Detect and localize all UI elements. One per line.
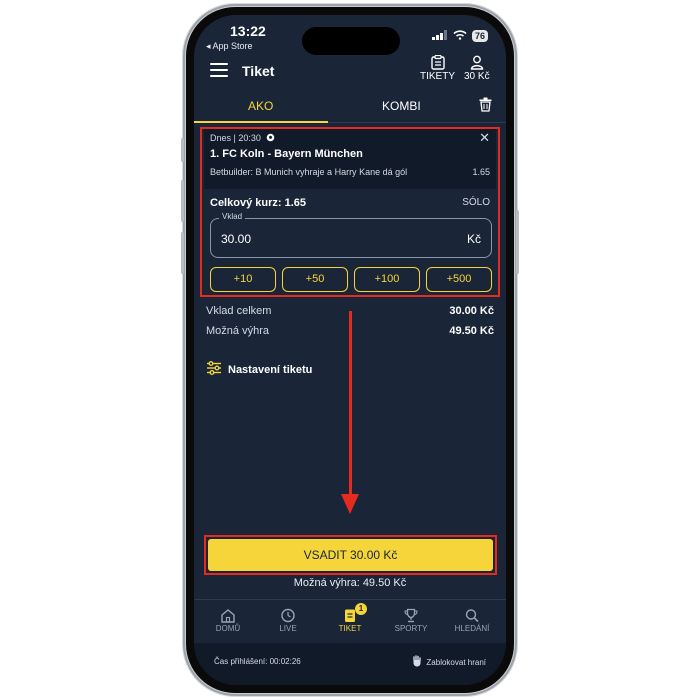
annotation-arrow (349, 311, 352, 496)
quick-stake-500-button[interactable]: +500 (426, 267, 492, 292)
trash-icon[interactable] (479, 97, 492, 117)
nav-search-label: HLEDÁNÍ (454, 624, 490, 633)
ticket-icon: 1 (322, 603, 378, 624)
nav-home-label: DOMŮ (215, 624, 241, 633)
nav-sports-label: SPORTY (394, 624, 428, 633)
stake-value[interactable]: 30.00 (221, 232, 251, 246)
hand-icon (412, 655, 422, 669)
stake-total-label: Vklad celkem (206, 305, 272, 317)
nav-ticket-label: TIKET (338, 624, 362, 633)
menu-icon[interactable] (210, 63, 228, 77)
signal-icon (431, 27, 448, 45)
stake-total-value: 30.00 Kč (449, 305, 494, 317)
balance: 30 Kč (464, 71, 490, 82)
place-bet-button[interactable]: VSADIT 30.00 Kč (208, 539, 493, 571)
football-icon (266, 133, 275, 144)
session-footer: Čas přihlášení: 00:02:26 Zablokovat hran… (194, 643, 506, 685)
possible-win-label: Možná výhra (206, 325, 269, 337)
dynamic-island (302, 27, 400, 55)
remove-selection-icon[interactable]: ✕ (479, 130, 490, 146)
status-icons: 76 (431, 27, 488, 45)
ticket-count-badge: 1 (355, 603, 367, 615)
tickets-button[interactable]: TIKETY (420, 54, 456, 82)
status-time: 13:22 (230, 23, 266, 39)
selection: Dnes | 20:30 ✕ 1. FC Koln - Bayern Münch… (204, 129, 496, 189)
ticket-settings-label: Nastavení tiketu (228, 363, 313, 376)
nav-live[interactable]: LIVE (260, 608, 316, 633)
possible-win-value: 49.50 Kč (449, 325, 494, 337)
home-icon (200, 608, 256, 624)
back-to-app-store-link[interactable]: ◂ App Store (206, 41, 253, 52)
total-odds: Celkový kurz: 1.65 (210, 197, 306, 209)
stake-currency: Kč (466, 232, 481, 246)
user-icon (464, 55, 490, 71)
action-button (181, 138, 184, 162)
bet-mode: SÓLO (462, 197, 490, 208)
possible-win-caption: Možná výhra: 49.50 Kč (293, 577, 407, 589)
nav-home[interactable]: DOMŮ (200, 608, 256, 633)
battery-indicator: 76 (471, 30, 488, 42)
ticket-settings-button[interactable]: Nastavení tiketu (206, 361, 312, 378)
annotation-arrow-head (341, 494, 359, 514)
page-title: Tiket (242, 63, 275, 79)
nav-sports[interactable]: SPORTY (383, 608, 439, 633)
search-icon (444, 608, 500, 624)
power-button (516, 210, 519, 274)
bottom-navigation: DOMŮ LIVE 1 TIKET SPORTY HLEDÁNÍ (194, 599, 506, 643)
match-name: 1. FC Koln - Bayern München (210, 148, 363, 160)
block-gambling-button[interactable]: Zablokovat hraní (412, 655, 486, 669)
bet-slip-card: Dnes | 20:30 ✕ 1. FC Koln - Bayern Münch… (200, 127, 500, 297)
volume-down-button (181, 232, 184, 274)
quick-stake-100-button[interactable]: +100 (354, 267, 420, 292)
selection-odds: 1.65 (472, 167, 490, 177)
block-gambling-label: Zablokovat hraní (426, 657, 486, 667)
nav-live-label: LIVE (279, 624, 297, 633)
bet-type-tabs: AKO KOMBI (194, 95, 506, 123)
app-screen: 13:22 ◂ App Store 76 Tiket TIKETY 30 Kč … (194, 15, 506, 685)
ticket-list-icon (420, 54, 455, 71)
nav-ticket[interactable]: 1 TIKET (322, 603, 378, 633)
active-tab-indicator (194, 121, 328, 123)
stake-input[interactable]: Vklad 30.00 Kč (210, 212, 492, 258)
market-name: Betbuilder: B Munich vyhraje a Harry Kan… (210, 167, 408, 177)
trophy-icon (383, 608, 439, 624)
place-bet-highlight: VSADIT 30.00 Kč (204, 535, 497, 575)
stake-label: Vklad (219, 212, 246, 221)
tab-kombi[interactable]: KOMBI (382, 99, 421, 113)
quick-stake-50-button[interactable]: +50 (282, 267, 348, 292)
volume-up-button (181, 180, 184, 222)
event-time: Dnes | 20:30 (210, 133, 275, 144)
tickets-label: TIKETY (420, 71, 456, 82)
clock-icon (260, 608, 316, 624)
quick-stake-10-button[interactable]: +10 (210, 267, 276, 292)
tab-ako[interactable]: AKO (248, 99, 273, 113)
login-time: Čas přihlášení: 00:02:26 (214, 657, 301, 666)
account-button[interactable]: 30 Kč (464, 55, 490, 82)
sliders-icon (206, 361, 222, 378)
wifi-icon (453, 27, 467, 45)
nav-search[interactable]: HLEDÁNÍ (444, 608, 500, 633)
